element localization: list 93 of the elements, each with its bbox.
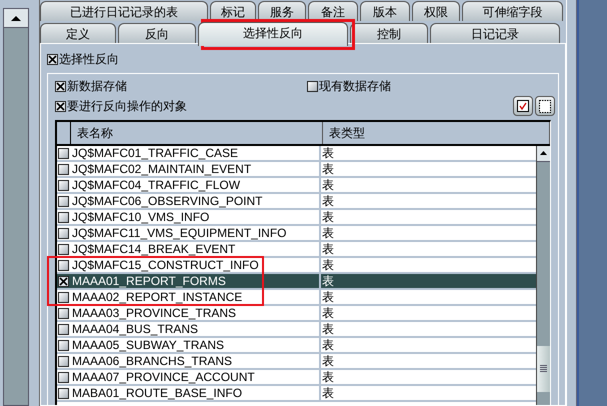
checkbox[interactable] xyxy=(58,372,69,382)
table-cell-text: 表 xyxy=(321,226,335,240)
table-row[interactable]: JQ$MAFC01_TRAFFIC_CASE 表 xyxy=(57,146,536,162)
table-row[interactable]: JQ$MAFC11_VMS_EQUIPMENT_INFO 表 xyxy=(57,226,536,242)
checkbox[interactable] xyxy=(58,388,69,398)
deselect-all-button[interactable] xyxy=(535,96,555,116)
table-row[interactable]: MAAA06_BRANCHS_TRANS 表 xyxy=(57,354,536,370)
table-row[interactable]: JQ$MAFC02_MAINTAIN_EVENT 表 xyxy=(57,162,536,178)
table-cell: JQ$MAFC06_OBSERVING_POINT xyxy=(71,194,321,208)
label-text: 要进行反向操作的对象 xyxy=(67,98,187,114)
table-cell-text: 表 xyxy=(321,258,335,272)
column-header[interactable]: 表类型 xyxy=(323,122,550,144)
table-cell-text: 表 xyxy=(321,290,335,304)
checkbox[interactable] xyxy=(58,212,69,222)
tab[interactable]: 标记 xyxy=(210,1,256,21)
label-text: 选择性反向 xyxy=(59,51,119,68)
table-cell-text: 表 xyxy=(321,338,335,352)
checkbox[interactable] xyxy=(58,308,69,318)
table-row[interactable]: JQ$MAFC10_VMS_INFO 表 xyxy=(57,210,536,226)
tab[interactable]: 权限 xyxy=(412,1,460,21)
select-all-button[interactable] xyxy=(513,96,533,116)
table-cell-text: 表 xyxy=(321,210,335,224)
table-cell-text: 表 xyxy=(321,146,335,160)
tab[interactable]: 可伸缩字段 xyxy=(462,1,563,21)
table-row[interactable]: MAAA04_BUS_TRANS 表 xyxy=(57,322,536,338)
checkbox[interactable] xyxy=(58,228,69,238)
tab[interactable]: 选择性反向 xyxy=(198,22,348,46)
table-cell: JQ$MAFC01_TRAFFIC_CASE xyxy=(71,146,321,160)
table-cell-text: 表 xyxy=(321,354,335,368)
table-cell: JQ$MAFC10_VMS_INFO xyxy=(71,210,321,224)
checkbox[interactable] xyxy=(47,54,58,65)
table-row[interactable]: JQ$MAFC04_TRAFFIC_FLOW 表 xyxy=(57,178,536,194)
checkbox[interactable] xyxy=(58,340,69,350)
table-cell-text: 表 xyxy=(321,242,335,256)
table-cell: MABA01_ROUTE_BASE_INFO xyxy=(71,386,321,400)
label-text: 现有数据存储 xyxy=(319,78,391,94)
tab[interactable]: 日记记录 xyxy=(430,23,560,43)
tab[interactable]: 控制 xyxy=(350,23,428,43)
checkbox[interactable] xyxy=(58,292,69,302)
scroll-thumb[interactable] xyxy=(537,346,550,392)
table-cell: MAAA06_BRANCHS_TRANS xyxy=(71,354,321,368)
scrollbar[interactable] xyxy=(3,8,29,406)
checkbox[interactable] xyxy=(58,148,69,158)
blank-page-icon xyxy=(539,100,551,112)
table-row[interactable]: MABA01_ROUTE_BASE_INFO 表 xyxy=(57,386,536,402)
scrollbar[interactable] xyxy=(536,146,550,405)
table-cell: JQ$MAFC02_MAINTAIN_EVENT xyxy=(71,162,321,176)
checkbox[interactable] xyxy=(58,260,69,270)
table-cell: MAAA04_BUS_TRANS xyxy=(71,322,321,336)
tab[interactable]: 版本 xyxy=(360,1,410,21)
table-row[interactable]: JQ$MAFC14_BREAK_EVENT 表 xyxy=(57,242,536,258)
table-cell: MAAA05_SUBWAY_TRANS xyxy=(71,338,321,352)
table-cell: MAAA03_PROVINCE_TRANS xyxy=(71,306,321,320)
table-cell: JQ$MAFC11_VMS_EQUIPMENT_INFO xyxy=(71,226,321,240)
checkbox[interactable] xyxy=(58,244,69,254)
checkbox[interactable] xyxy=(58,356,69,366)
tab[interactable]: 定义 xyxy=(40,23,116,43)
checkbox[interactable] xyxy=(55,80,66,92)
checkbox[interactable] xyxy=(58,180,69,190)
table-row[interactable]: MAAA03_PROVINCE_TRANS 表 xyxy=(57,306,536,322)
tab[interactable]: 服务 xyxy=(258,1,306,21)
checkbox[interactable] xyxy=(307,80,318,92)
checkbox[interactable] xyxy=(58,276,69,286)
table-row[interactable]: MAAA01_REPORT_FORMS 表 xyxy=(57,274,536,290)
table-cell-text: 表 xyxy=(321,306,335,320)
checkbox[interactable] xyxy=(58,164,69,174)
checkbox[interactable] xyxy=(58,324,69,334)
table-cell: MAAA01_REPORT_FORMS xyxy=(71,274,321,288)
checkbox[interactable] xyxy=(55,100,66,112)
tab[interactable]: 已进行日记记录的表 xyxy=(40,1,208,21)
table-cell-text: 表 xyxy=(321,386,335,400)
table-cell-text: 表 xyxy=(321,370,335,384)
table-cell: MAAA07_PROVINCE_ACCOUNT xyxy=(71,370,321,384)
table-row[interactable]: MAAA07_PROVINCE_ACCOUNT 表 xyxy=(57,370,536,386)
table-row[interactable]: JQ$MAFC06_OBSERVING_POINT 表 xyxy=(57,194,536,210)
table-row[interactable]: MAAA05_SUBWAY_TRANS 表 xyxy=(57,338,536,354)
table-cell-text: 表 xyxy=(321,194,335,208)
grip-icon xyxy=(540,365,547,373)
table-cell: JQ$MAFC15_CONSTRUCT_INFO xyxy=(71,258,321,272)
table-cell: MAAA02_REPORT_INSTANCE xyxy=(71,290,321,304)
checkmark-icon xyxy=(517,100,529,112)
table-cell-text: 表 xyxy=(321,178,335,192)
tab[interactable]: 备注 xyxy=(308,1,358,21)
tab[interactable]: 反向 xyxy=(118,23,196,43)
table-cell: JQ$MAFC14_BREAK_EVENT xyxy=(71,242,321,256)
table-row[interactable]: MAAA02_REPORT_INSTANCE 表 xyxy=(57,290,536,306)
checkbox[interactable] xyxy=(58,196,69,206)
table-cell-text: 表 xyxy=(321,322,335,336)
label-text: 新数据存储 xyxy=(67,78,127,94)
table-cell-text: 表 xyxy=(321,162,335,176)
column-header[interactable]: 表名称 xyxy=(71,122,323,144)
table-cell-text: 表 xyxy=(321,274,335,288)
table-cell: JQ$MAFC04_TRAFFIC_FLOW xyxy=(71,178,321,192)
